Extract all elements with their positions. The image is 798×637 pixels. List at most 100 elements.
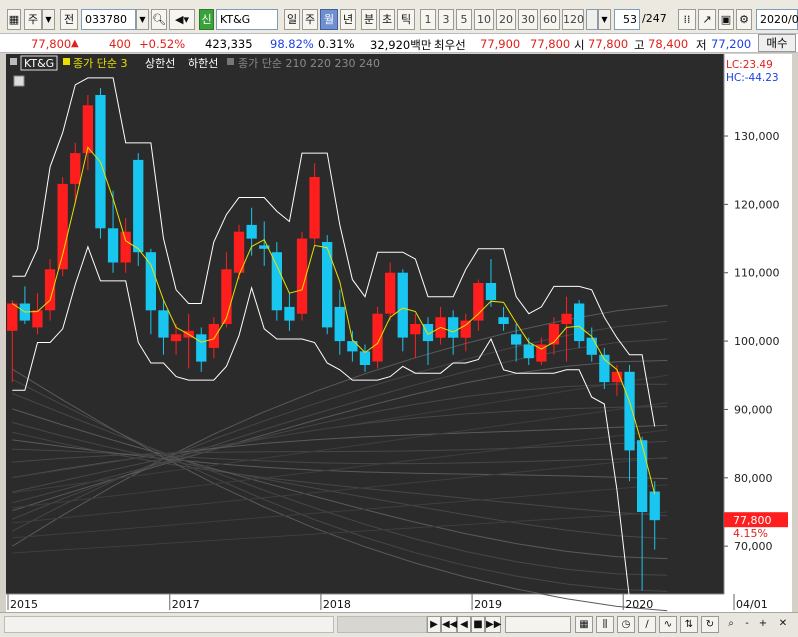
legend-ma-swatch [63,58,70,65]
chart-table-icon[interactable] [13,75,25,87]
candle-body [120,231,131,263]
x-tick-label: 2017 [172,598,200,611]
candle-body [649,491,660,521]
tab-month[interactable]: 월 [320,9,338,30]
bar-view-icon[interactable]: ⫼ [596,616,614,633]
candle-body [511,334,522,345]
toolbar: ▦ 주 ▼ 전 033780 ▼ 🔍︎ ◀▾ 신 KT&G 일 주 월 년 분 … [0,0,798,36]
scroll-thumb[interactable] [337,616,427,633]
save-icon[interactable]: ▣ [718,9,734,30]
interval-10[interactable]: 10 [474,9,494,30]
candle-body [334,306,345,342]
interval-30[interactable]: 30 [518,9,538,30]
zoom-slider[interactable] [505,616,571,633]
candle-body [32,310,43,328]
candle-body [586,337,597,355]
candle-body [284,306,295,321]
sin-badge: 신 [199,9,214,30]
candle-body [460,320,471,338]
horizontal-scrollbar[interactable] [4,616,334,633]
candle-body [498,317,509,324]
low-label: 저 [696,38,707,52]
x-tick-label: 2015 [10,598,38,611]
lc-label: LC:23.49 [726,59,773,71]
arrows-tool-icon[interactable]: ⇅ [680,616,698,633]
tab-year[interactable]: 년 [340,9,356,30]
candle-body [448,317,459,338]
interval-3[interactable]: 3 [438,9,454,30]
scroll-right-button[interactable]: ▶ [427,616,441,633]
interval-1[interactable]: 1 [420,9,436,30]
candle-body [473,283,484,321]
candle-body [170,334,182,342]
prev-button[interactable]: 전 [60,9,78,30]
refresh-icon[interactable]: ↻ [701,616,719,633]
stock-code-input[interactable]: 033780 [81,9,136,30]
x-axis-panel [6,594,792,614]
stop-button[interactable]: ■ [471,616,485,633]
grid-view-icon[interactable]: ▦ [575,616,593,633]
zoom-in-button[interactable]: + [756,616,770,633]
candle-body [523,344,534,359]
candle-body [359,351,371,365]
candle-body [133,159,144,253]
count-total: /247 [642,12,667,25]
price-chart[interactable]: 70,000 80,000 90,000 100,000 110,000 120,000 1… [6,54,792,614]
count-input[interactable]: 53 [614,9,640,30]
wave-tool-icon[interactable]: ∿ [659,616,677,633]
zoom-out-button[interactable]: - [740,616,754,633]
x-tick-label: 2018 [323,598,351,611]
tab-tick[interactable]: 틱 [397,9,415,30]
interval-5[interactable]: 5 [456,9,472,30]
candle-body [107,228,119,263]
candle-body [82,105,93,154]
date-field[interactable]: 2020/0 [756,9,798,30]
market-type-button[interactable]: 주 [24,9,42,30]
low-price: 77,200 [711,37,752,51]
candle-body [221,269,232,324]
high-label: 고 [634,38,645,52]
chart-tool-icon[interactable]: ↗ [698,9,716,30]
interval-dropdown-icon[interactable]: ▼ [598,9,611,30]
back-button[interactable]: ◀ [457,616,471,633]
interval-20[interactable]: 20 [496,9,516,30]
tab-minute[interactable]: 분 [361,9,377,30]
clock-icon[interactable]: ◷ [617,616,635,633]
stock-code-dropdown-icon[interactable]: ▼ [136,9,149,30]
y-tick-label: 110,000 [734,267,780,280]
interval-60[interactable]: 60 [540,9,560,30]
tab-second[interactable]: 초 [379,9,395,30]
speaker-icon[interactable]: ◀▾ [169,9,195,30]
legend-ma: 종가 단순 3 [73,57,127,70]
settings-icon[interactable]: ⚙ [736,9,752,30]
open-price: 77,800 [588,37,629,51]
candle-body [246,224,257,239]
bottom-bar: ▶ ◀◀ ◀ ■ ▶▶ ▦ ⫼ ◷ ∕ ∿ ⇅ ↻ ⌕ - + ✕ [0,612,798,637]
reset-button[interactable]: ✕ [776,616,790,633]
line-tool-icon[interactable]: ∕ [638,616,656,633]
buy-button[interactable]: 매수 [758,34,796,52]
interval-custom-field[interactable] [586,9,598,30]
candle-body [611,371,623,383]
trade-amount: 32,920백만 [370,38,432,52]
candle-body [574,303,585,342]
volume: 423,335 [205,37,253,51]
candle-body [347,341,358,352]
legend-fan-swatch [227,58,234,65]
legend-icon [10,58,17,65]
tab-day[interactable]: 일 [284,9,300,30]
window-menu-icon[interactable]: ▦ [7,9,21,30]
tab-week[interactable]: 주 [302,9,318,30]
zoom-search-icon[interactable]: ⌕ [724,616,738,633]
priority-label: 최우선 [434,38,466,52]
grid-icon[interactable]: ⁞⁞ [678,9,696,30]
rewind-button[interactable]: ◀◀ [441,616,457,633]
y-tick-label: 100,000 [734,335,780,348]
open-label: 시 [574,38,585,52]
market-type-dropdown-icon[interactable]: ▼ [42,9,55,30]
search-icon[interactable]: 🔍︎ [151,9,167,30]
chart-svg[interactable]: 70,000 80,000 90,000 100,000 110,000 120,000 1… [6,54,792,614]
y-tick-label: 70,000 [734,540,773,553]
fast-forward-button[interactable]: ▶▶ [485,616,501,633]
interval-120[interactable]: 120 [562,9,584,30]
